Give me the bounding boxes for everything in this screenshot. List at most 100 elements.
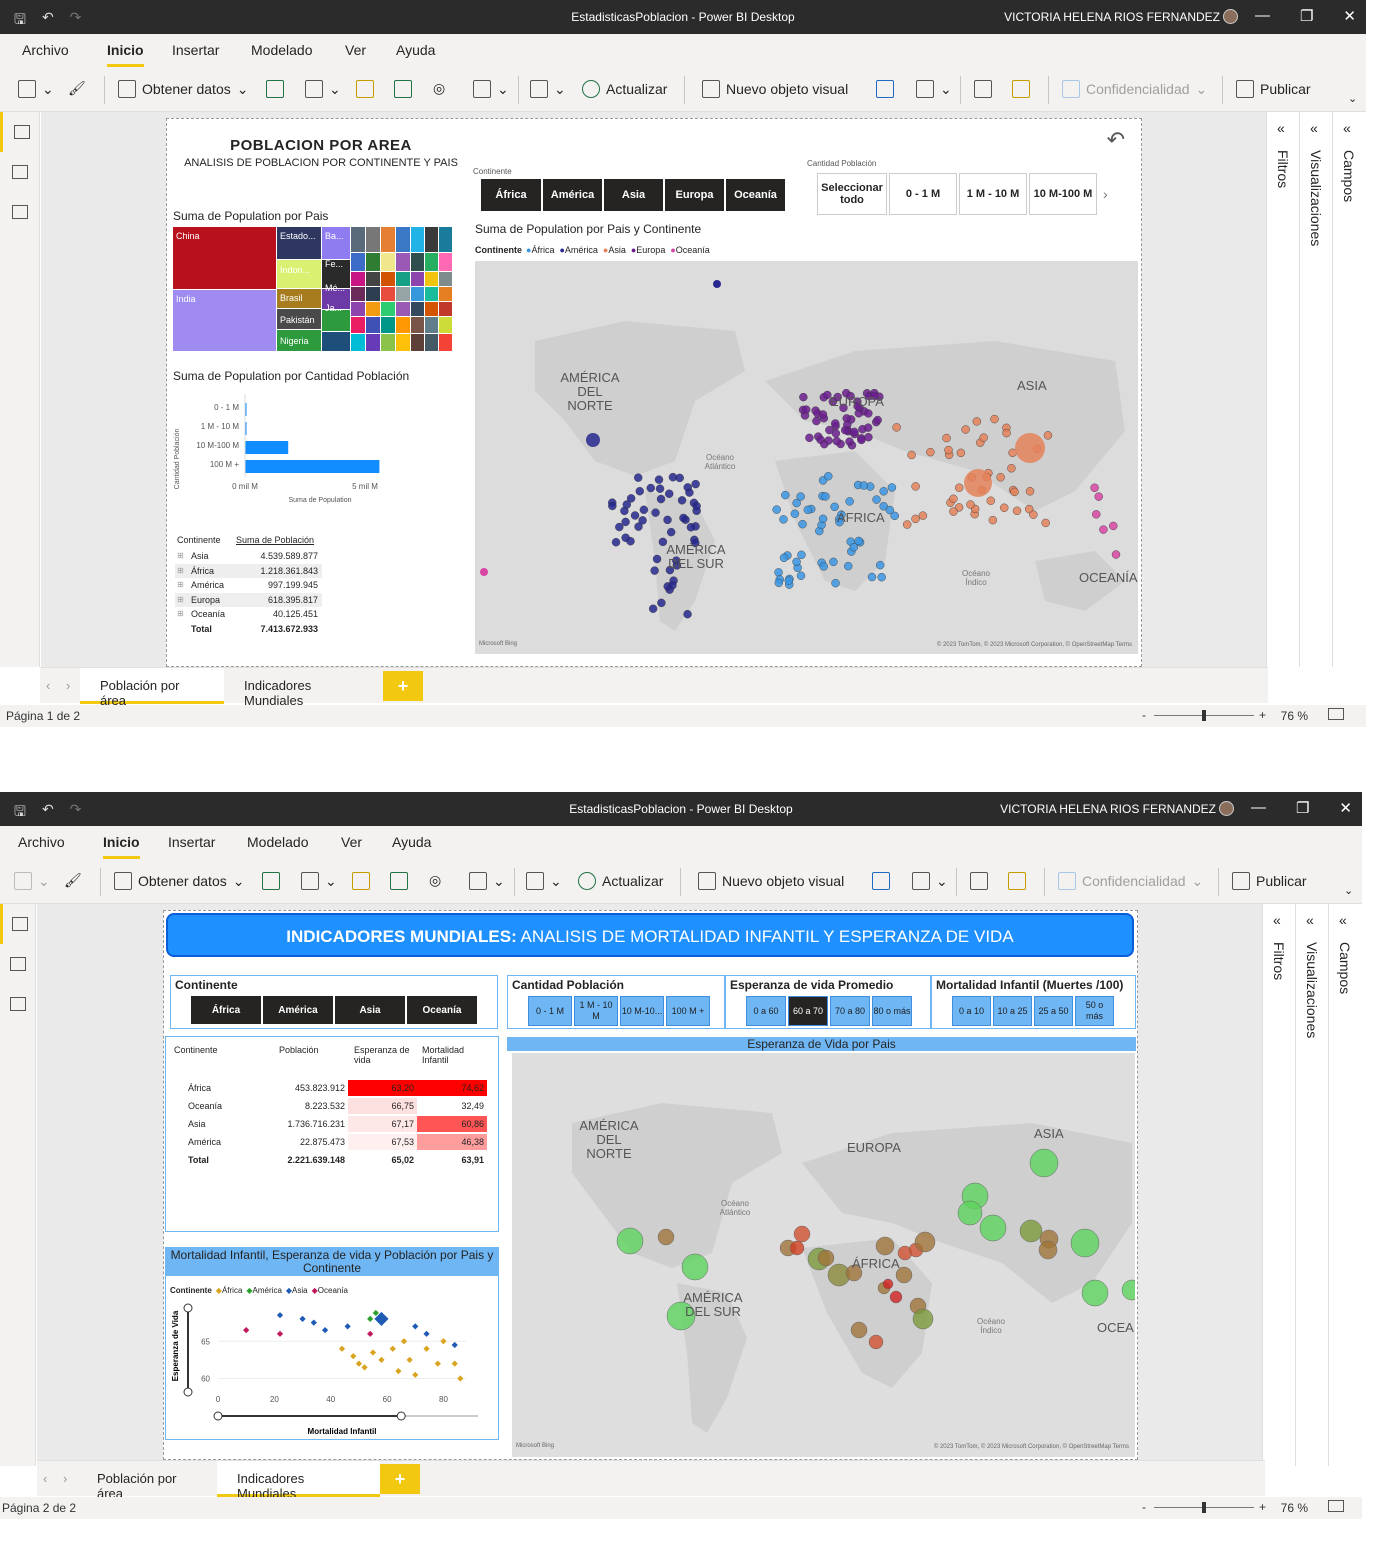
slicer-10-25[interactable]: 10 a 25	[993, 996, 1032, 1026]
slicer-africa[interactable]: África	[191, 996, 261, 1024]
table-row[interactable]: Europa 618.395.817	[175, 592, 322, 607]
visualizations-pane[interactable]: «Visualizaciones	[1299, 112, 1332, 667]
report-view-icon[interactable]	[0, 112, 40, 152]
sql-icon[interactable]	[352, 872, 370, 890]
enter-data-icon[interactable]	[390, 872, 408, 890]
table-header-continente[interactable]: Continente	[174, 1045, 279, 1065]
menu-insertar[interactable]: Insertar	[168, 834, 215, 850]
menu-ayuda[interactable]: Ayuda	[396, 42, 435, 58]
table-header-poblacion[interactable]: Suma de Población	[230, 535, 322, 545]
legend-item[interactable]: ◆África	[216, 1286, 243, 1295]
scatter-plot[interactable]: Esperanza de Vida 65 60 0 20 40 60 80 Mortalidad…	[166, 1296, 500, 1441]
legend-item[interactable]: ●Oceanía	[670, 245, 709, 255]
recent-sources-icon[interactable]: ⌄	[473, 80, 509, 98]
zoom-slider-thumb[interactable]	[1202, 1502, 1206, 1513]
map2-visual[interactable]: AMÉRICA DEL NORTE EUROPA ASIA ÁFRICA AMÉ…	[512, 1053, 1135, 1457]
report-view-icon[interactable]	[0, 904, 36, 944]
publish-button[interactable]: Publicar	[1236, 80, 1311, 98]
zoom-out-icon[interactable]: -	[1142, 1500, 1146, 1514]
zoom-out-icon[interactable]: -	[1142, 708, 1146, 722]
visualizations-pane[interactable]: «Visualizaciones	[1295, 904, 1328, 1466]
tab-poblacion[interactable]: Población por área	[77, 1461, 217, 1501]
more-visuals-icon[interactable]: ⌄	[912, 872, 948, 890]
tab-prev-icon[interactable]: ‹	[46, 678, 50, 693]
restore-icon[interactable]: ❐	[1296, 799, 1309, 817]
zoom-in-icon[interactable]: +	[1259, 1500, 1266, 1514]
table-row[interactable]: América 997.199.945	[175, 578, 322, 593]
minimize-icon[interactable]: —	[1251, 799, 1266, 817]
minimize-icon[interactable]: —	[1255, 7, 1270, 25]
collapse-ribbon-icon[interactable]: ⌄	[1344, 884, 1353, 897]
treemap[interactable]: China India Estado... Ba... Indon... Fe.…	[173, 227, 459, 351]
table-header-mortalidad[interactable]: Mortalidad Infantil	[422, 1045, 492, 1065]
refresh-button[interactable]: Actualizar	[578, 872, 663, 890]
slicer-oceania[interactable]: Oceanía	[726, 179, 785, 211]
refresh-button[interactable]: Actualizar	[582, 80, 667, 98]
data-view-icon[interactable]	[0, 944, 36, 984]
enter-data-icon[interactable]	[394, 80, 412, 98]
close-icon[interactable]: ✕	[1343, 7, 1356, 25]
model-view-icon[interactable]	[0, 984, 36, 1024]
tab-poblacion[interactable]: Población por área	[80, 668, 224, 708]
map2-credits[interactable]: © 2023 TomTom, © 2023 Microsoft Corporat…	[934, 1444, 1129, 1450]
menu-insertar[interactable]: Insertar	[172, 42, 219, 58]
slicer-100m-plus[interactable]: 100 M +	[666, 996, 710, 1026]
fit-page-icon[interactable]	[1328, 1500, 1344, 1512]
slicer-0-1m[interactable]: 0 - 1 M	[889, 173, 957, 215]
table-row[interactable]: América 22.875.473 67,53 46,38	[172, 1133, 487, 1151]
slicer-america[interactable]: América	[263, 996, 333, 1024]
tab-indicadores[interactable]: Indicadores Mundiales	[217, 1461, 380, 1501]
data-hub-icon[interactable]: ⌄	[301, 872, 337, 890]
paste-button[interactable]: ⌄	[18, 80, 54, 98]
legend-item[interactable]: ◆Asia	[286, 1286, 308, 1295]
fit-page-icon[interactable]	[1328, 708, 1344, 720]
table-header-poblacion[interactable]: Población	[279, 1045, 354, 1065]
tab-prev-icon[interactable]: ‹	[43, 1471, 47, 1486]
menu-archivo[interactable]: Archivo	[22, 42, 69, 58]
map-visual[interactable]: AMÉRICA DEL NORTE EUROPA ASIA ÁFRICA AMÉ…	[475, 261, 1138, 654]
excel-icon[interactable]	[266, 80, 284, 98]
table-row[interactable]: África 1.218.361.843	[175, 563, 322, 578]
table-row[interactable]: Oceanía 8.223.532 66,75 32,49	[172, 1097, 487, 1115]
slicer-10-100m[interactable]: 10 M-10...	[620, 996, 664, 1026]
quick-measure-icon[interactable]	[1008, 872, 1026, 890]
data-hub-icon[interactable]: ⌄	[305, 80, 341, 98]
new-measure-icon[interactable]	[970, 872, 988, 890]
slicer-80-plus[interactable]: 80 o más	[872, 996, 912, 1026]
quick-measure-icon[interactable]	[1012, 80, 1030, 98]
filters-pane[interactable]: «Filtros	[1266, 112, 1299, 667]
legend-item[interactable]: ●África	[526, 245, 554, 255]
slicer-asia[interactable]: Asia	[604, 179, 663, 211]
slicer-0-60[interactable]: 0 a 60	[746, 996, 786, 1026]
slicer-oceania[interactable]: Oceanía	[407, 996, 477, 1024]
legend-item[interactable]: ●América	[559, 245, 597, 255]
fields-pane[interactable]: «Campos	[1328, 904, 1361, 1466]
slicer-asia[interactable]: Asia	[335, 996, 405, 1024]
bar-chart[interactable]: Cantidad Población 0 - 1 M 1 M - 10 M 10 M-…	[173, 389, 413, 509]
zoom-in-icon[interactable]: +	[1259, 708, 1266, 722]
close-icon[interactable]: ✕	[1339, 799, 1352, 817]
collapse-ribbon-icon[interactable]: ⌄	[1348, 92, 1357, 105]
menu-modelado[interactable]: Modelado	[247, 834, 309, 850]
menu-archivo[interactable]: Archivo	[18, 834, 65, 850]
slicer-0-10[interactable]: 0 a 10	[952, 996, 991, 1026]
dataverse-icon[interactable]: ◎	[433, 80, 445, 97]
format-painter-icon[interactable]: 🖌	[64, 872, 82, 889]
textbox-icon[interactable]	[872, 872, 890, 890]
new-visual-button[interactable]: Nuevo objeto visual	[698, 872, 844, 890]
add-page-button[interactable]: +	[380, 1464, 420, 1494]
sql-icon[interactable]	[356, 80, 374, 98]
slicer-select-all[interactable]: Seleccionar todo	[817, 173, 887, 215]
get-data-button[interactable]: Obtener datos ⌄	[118, 80, 248, 98]
excel-icon[interactable]	[262, 872, 280, 890]
new-measure-icon[interactable]	[974, 80, 992, 98]
slicer-america[interactable]: América	[543, 179, 602, 211]
menu-ver[interactable]: Ver	[345, 42, 366, 58]
menu-modelado[interactable]: Modelado	[251, 42, 313, 58]
slicer-60-70[interactable]: 60 a 70	[788, 996, 828, 1026]
menu-ver[interactable]: Ver	[341, 834, 362, 850]
slicer-50-plus[interactable]: 50 o más	[1075, 996, 1114, 1026]
add-page-button[interactable]: +	[383, 671, 423, 701]
legend-item[interactable]: ●Asia	[603, 245, 626, 255]
reset-icon[interactable]: ↶	[1107, 127, 1125, 153]
